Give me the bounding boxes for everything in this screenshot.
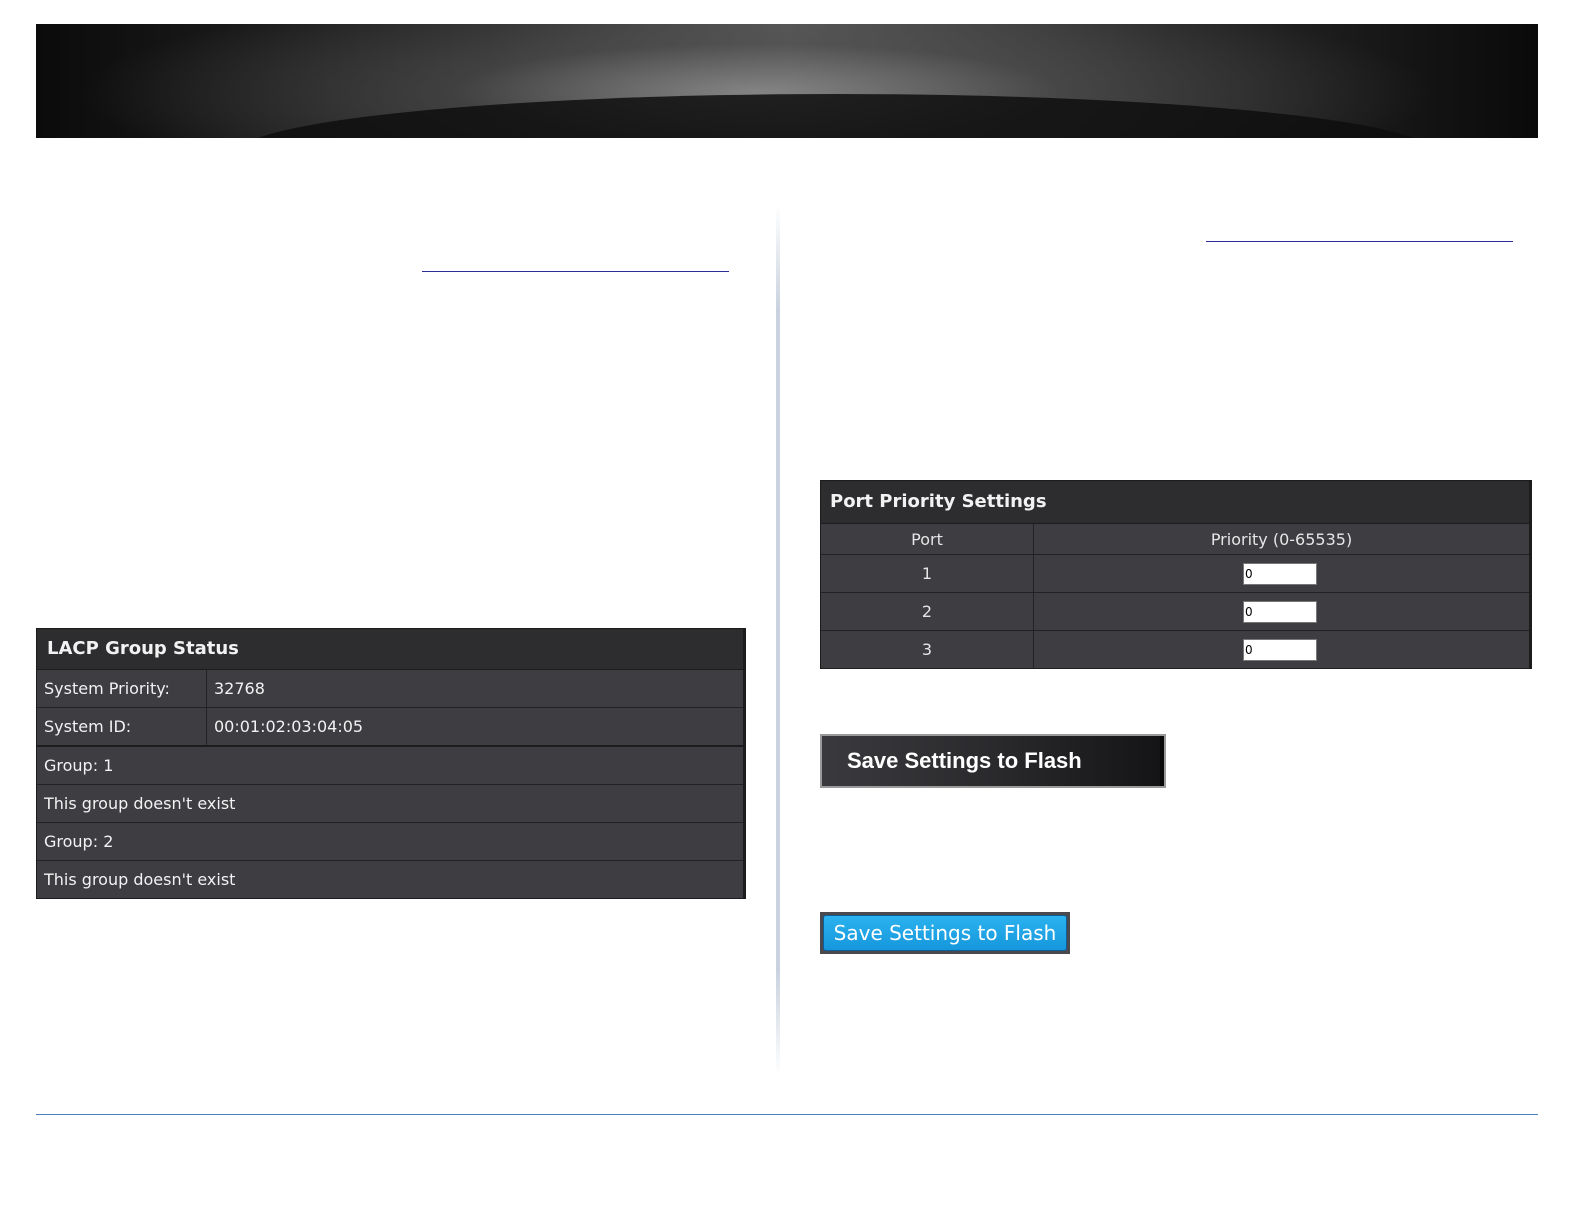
header-banner xyxy=(36,24,1538,138)
column-divider xyxy=(776,205,780,1075)
save-settings-to-flash-blue-button[interactable]: Save Settings to Flash xyxy=(823,915,1067,951)
system-priority-label: System Priority: xyxy=(37,670,207,707)
table-row: This group doesn't exist xyxy=(37,785,743,823)
table-row: 1 xyxy=(821,555,1529,593)
footer-divider xyxy=(36,1114,1538,1115)
port-number: 2 xyxy=(821,593,1034,630)
priority-input-port-2[interactable] xyxy=(1243,600,1317,623)
system-id-label: System ID: xyxy=(37,708,207,745)
group-status: This group doesn't exist xyxy=(44,794,236,813)
lacp-group-status-table: LACP Group Status System Priority: 32768… xyxy=(36,628,746,899)
hyperlink-underline[interactable] xyxy=(422,271,729,272)
port-priority-settings-table: Port Priority Settings Port Priority (0-… xyxy=(820,480,1532,669)
table-row: Group: 2 xyxy=(37,823,743,861)
column-header-port: Port xyxy=(821,524,1034,554)
table-row: Group: 1 xyxy=(37,747,743,785)
group-label: Group: 2 xyxy=(44,832,114,851)
group-status: This group doesn't exist xyxy=(44,870,236,889)
table-row: This group doesn't exist xyxy=(37,861,743,898)
table-row: 2 xyxy=(821,593,1529,631)
priority-input-port-3[interactable] xyxy=(1243,638,1317,661)
column-header-priority: Priority (0-65535) xyxy=(1210,529,1353,549)
table-row: System Priority: 32768 xyxy=(37,670,743,708)
port-priority-table-title: Port Priority Settings xyxy=(821,481,1529,524)
table-header-row: Port Priority (0-65535) xyxy=(821,524,1529,555)
system-id-value: 00:01:02:03:04:05 xyxy=(214,717,364,736)
save-button-frame: Save Settings to Flash xyxy=(820,912,1070,954)
port-number: 3 xyxy=(821,631,1034,668)
group-label: Group: 1 xyxy=(44,756,114,775)
port-number: 1 xyxy=(821,555,1034,592)
system-priority-value: 32768 xyxy=(214,679,265,698)
priority-input-port-1[interactable] xyxy=(1243,562,1317,585)
table-row: 3 xyxy=(821,631,1529,668)
save-settings-to-flash-button[interactable]: Save Settings to Flash xyxy=(820,734,1166,788)
hyperlink-underline[interactable] xyxy=(1206,241,1513,242)
lacp-table-title: LACP Group Status xyxy=(37,629,743,670)
table-row: System ID: 00:01:02:03:04:05 xyxy=(37,708,743,747)
